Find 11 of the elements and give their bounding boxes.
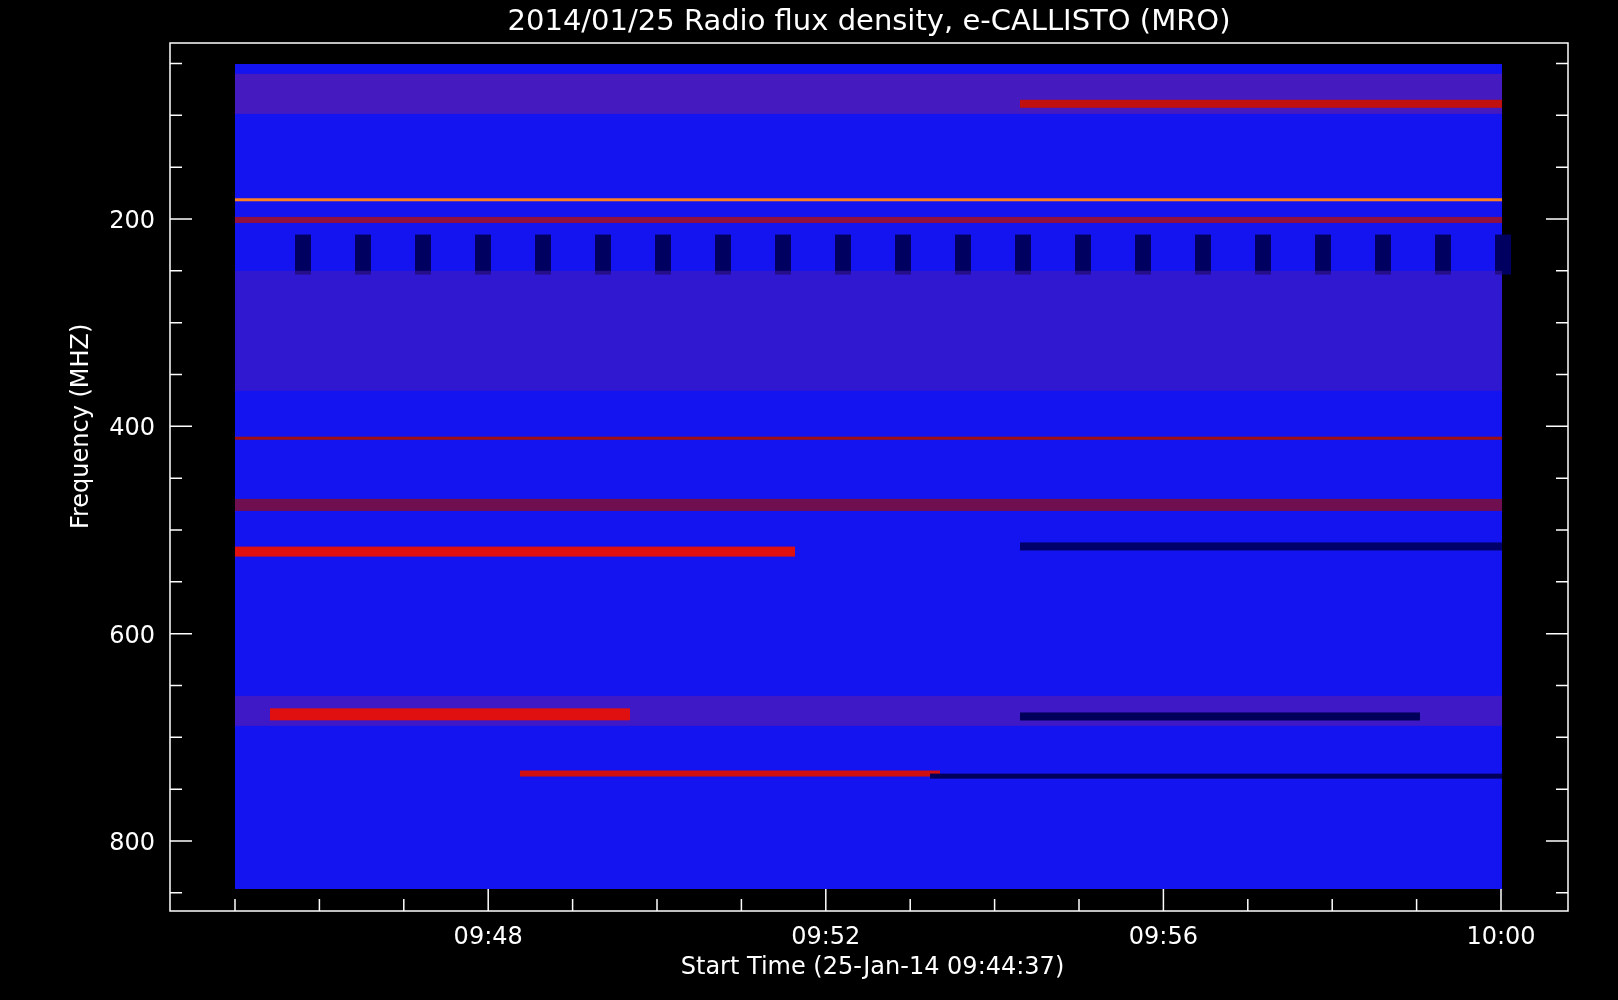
x-axis-label: Start Time (25-Jan-14 09:44:37) xyxy=(680,952,1065,980)
y-tick-label: 400 xyxy=(109,413,155,442)
x-tick-label: 09:48 xyxy=(453,922,523,950)
y-tick-label: 200 xyxy=(109,206,155,234)
x-tick-label: 09:56 xyxy=(1128,922,1198,950)
x-tick-label: 10:00 xyxy=(1466,922,1536,950)
y-axis-label: Frequency (MHZ) xyxy=(66,323,94,530)
x-tick-label: 09:52 xyxy=(791,922,861,950)
y-tick-label: 800 xyxy=(109,828,155,856)
chart-title: 2014/01/25 Radio flux density, e-CALLISTO (MRO) xyxy=(507,3,1231,37)
y-tick-label: 600 xyxy=(109,620,155,649)
